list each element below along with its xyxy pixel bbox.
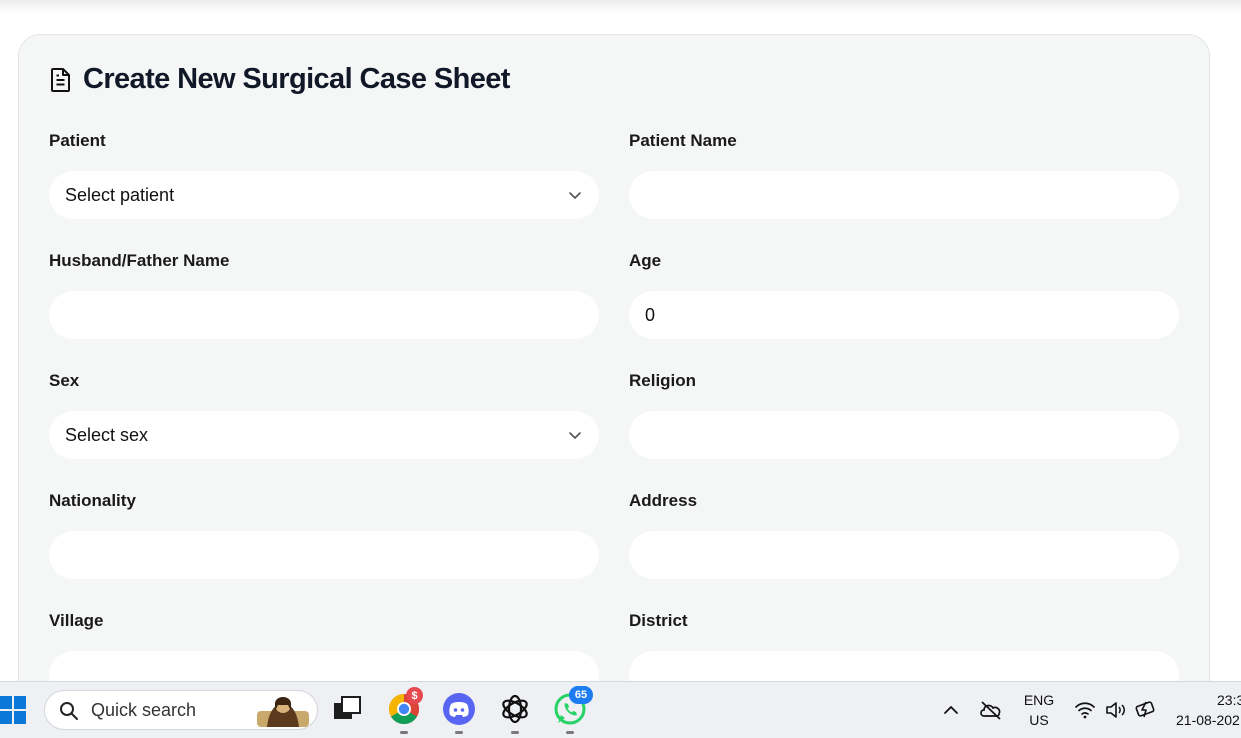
search-highlight-image-icon [257, 697, 309, 727]
district-label: District [629, 611, 688, 630]
patient-select[interactable]: Select patient [49, 171, 599, 219]
running-indicator [566, 731, 574, 734]
whatsapp-notification-badge: 65 [569, 686, 593, 704]
chevron-down-icon [569, 192, 581, 199]
language-indicator[interactable]: ENG US [1020, 690, 1058, 730]
husband-father-name-field: Husband/Father Name [49, 251, 599, 339]
patient-name-field: Patient Name [629, 131, 1179, 219]
patient-name-input[interactable] [629, 171, 1179, 219]
chevron-up-icon[interactable] [942, 702, 960, 718]
patient-field: Patient Select patient [49, 131, 599, 219]
nationality-input[interactable] [49, 531, 599, 579]
age-input[interactable]: 0 [629, 291, 1179, 339]
nationality-field: Nationality [49, 491, 599, 579]
clock-date: 21-08-202 [1176, 712, 1240, 728]
clock-time: 23:3 [1217, 692, 1241, 708]
language-region: US [1029, 712, 1049, 728]
religion-label: Religion [629, 371, 697, 390]
form-header: Create New Surgical Case Sheet [49, 63, 510, 96]
windows-start-icon[interactable] [0, 696, 26, 724]
sex-select-value: Select sex [65, 424, 149, 445]
language-code: ENG [1023, 692, 1055, 708]
search-placeholder: Quick search [91, 700, 197, 720]
clock[interactable]: 23:3 21-08-202 [1170, 690, 1241, 730]
battery-charging-icon[interactable] [1134, 698, 1158, 720]
whatsapp-icon[interactable]: 65 [552, 686, 593, 734]
chrome-notification-badge: $ [406, 687, 423, 704]
address-input[interactable] [629, 531, 1179, 579]
chevron-down-icon [569, 432, 581, 439]
running-indicator [511, 731, 519, 734]
sex-select[interactable]: Select sex [49, 411, 599, 459]
address-field: Address [629, 491, 1179, 579]
sex-label: Sex [49, 371, 80, 390]
running-indicator [400, 731, 408, 734]
age-field: Age 0 [629, 251, 1179, 339]
nationality-label: Nationality [49, 491, 136, 510]
age-value: 0 [645, 304, 656, 325]
patient-select-value: Select patient [65, 184, 175, 205]
sex-field: Sex Select sex [49, 371, 599, 459]
document-icon [49, 67, 73, 93]
religion-input[interactable] [629, 411, 1179, 459]
running-indicator [455, 731, 463, 734]
address-label: Address [629, 491, 698, 510]
wifi-icon[interactable] [1074, 700, 1096, 720]
discord-icon[interactable] [441, 691, 477, 734]
patient-label: Patient [49, 131, 106, 150]
case-sheet-form-card: Create New Surgical Case Sheet Patient S… [18, 34, 1210, 714]
village-label: Village [49, 611, 104, 630]
taskbar: Quick search $ 65 ENG US 23:3 21-08-202 [0, 681, 1241, 738]
page-title: Create New Surgical Case Sheet [83, 63, 510, 95]
chrome-icon[interactable]: $ [386, 687, 423, 734]
task-view-icon[interactable] [330, 691, 366, 727]
age-label: Age [629, 251, 662, 270]
chatgpt-icon[interactable] [497, 691, 533, 734]
patient-name-label: Patient Name [629, 131, 737, 150]
browser-top-edge [0, 0, 1241, 14]
volume-icon[interactable] [1104, 700, 1128, 720]
taskbar-search-box[interactable]: Quick search [44, 690, 318, 730]
husband-father-name-input[interactable] [49, 291, 599, 339]
religion-field: Religion [629, 371, 1179, 459]
search-icon [60, 702, 78, 720]
husband-father-name-label: Husband/Father Name [49, 251, 230, 270]
onedrive-offline-icon[interactable] [978, 698, 1004, 722]
